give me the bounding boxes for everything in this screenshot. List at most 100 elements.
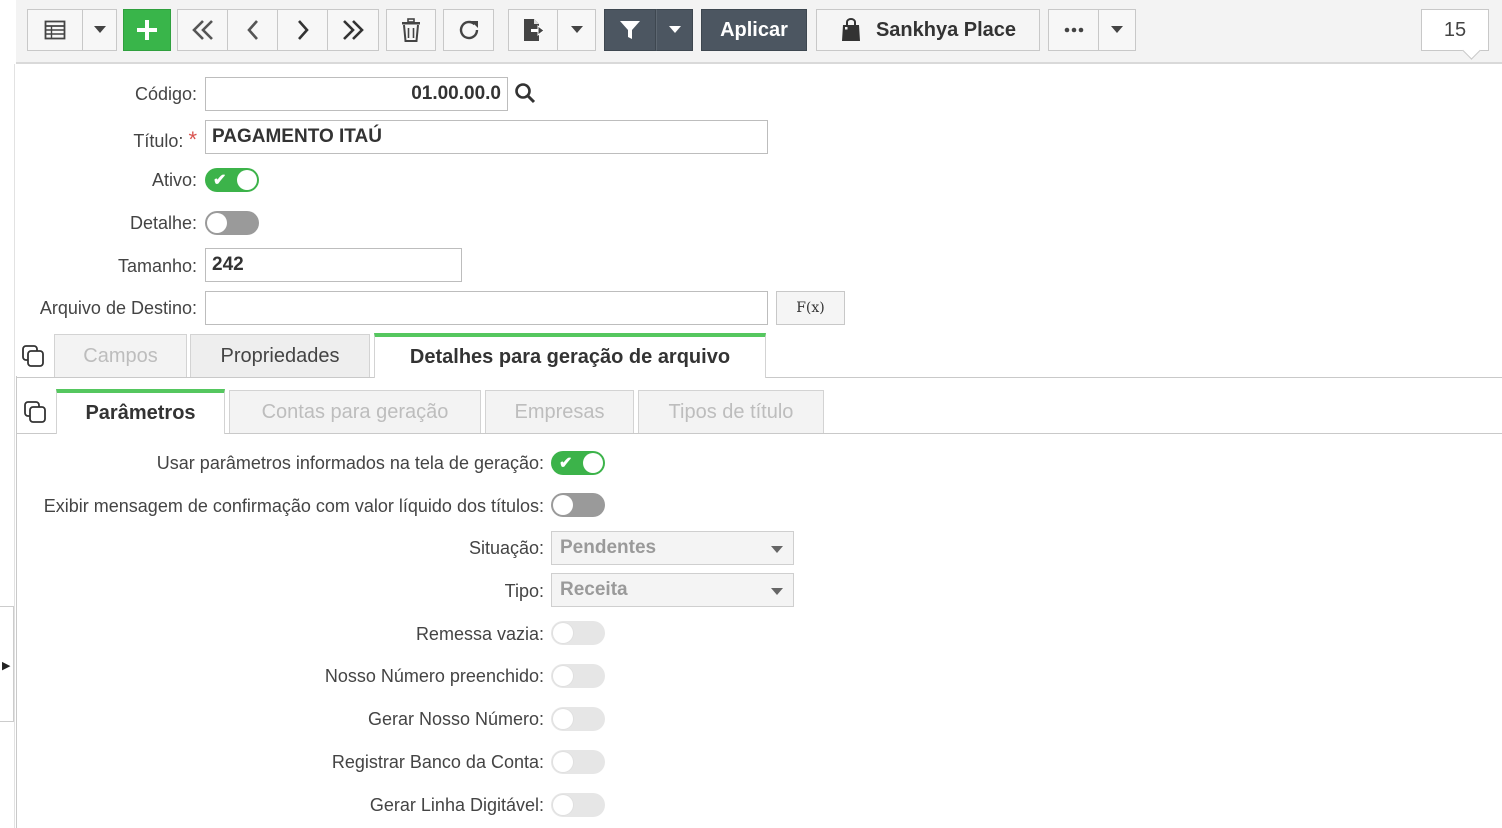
caret-down-icon (771, 546, 783, 553)
arquivo-destino-label: Arquivo de Destino: (39, 298, 197, 318)
previous-record-button[interactable] (228, 9, 278, 51)
tab-campos[interactable]: Campos (54, 334, 187, 378)
gerar-linha-digitavel-label: Gerar Linha Digitável: (369, 795, 544, 815)
add-button[interactable] (123, 9, 171, 51)
nosso-numero-preenchido-toggle[interactable] (551, 664, 605, 688)
next-record-button[interactable] (278, 9, 328, 51)
delete-button[interactable] (386, 9, 436, 51)
ativo-label: Ativo: (151, 170, 197, 190)
toggle-knob (553, 752, 573, 772)
first-record-button[interactable] (177, 9, 228, 51)
grid-icon (44, 20, 66, 40)
gerar-linha-digitavel-toggle[interactable] (551, 793, 605, 817)
ativo-toggle[interactable]: ✔ (205, 168, 259, 192)
sankhya-place-label: Sankhya Place (875, 18, 1017, 41)
toggle-knob (553, 495, 573, 515)
arquivo-destino-field[interactable] (205, 291, 768, 325)
filter-button[interactable] (604, 9, 656, 51)
subtab-contas-geracao[interactable]: Contas para geração (229, 390, 481, 434)
page-number: 15 (1443, 18, 1467, 41)
registrar-banco-toggle[interactable] (551, 750, 605, 774)
export-button[interactable] (508, 9, 558, 51)
toggle-knob (553, 623, 573, 643)
formula-button[interactable]: F(x) (776, 291, 845, 325)
caret-down-icon (570, 26, 583, 33)
caret-down-icon (771, 588, 783, 595)
remessa-vazia-toggle[interactable] (551, 621, 605, 645)
detalhe-label: Detalhe: (129, 213, 197, 233)
ellipsis-icon (1064, 27, 1083, 33)
subtab-empresas[interactable]: Empresas (485, 390, 634, 434)
exibir-mensagem-toggle[interactable] (551, 493, 605, 517)
plus-icon (137, 20, 157, 40)
situacao-label: Situação: (468, 538, 544, 558)
chevron-right-icon (297, 20, 309, 40)
toolbar: Aplicar Sankhya Place 15 (16, 0, 1502, 64)
situacao-value: Pendentes (560, 537, 657, 558)
export-dropdown[interactable] (558, 9, 596, 51)
toggle-knob (553, 666, 573, 686)
subtab-tipos-titulo[interactable]: Tipos de título (638, 390, 824, 434)
toggle-knob (237, 170, 257, 190)
caret-down-icon (1111, 26, 1123, 33)
subtab-parametros[interactable]: Parâmetros (56, 389, 225, 434)
check-icon: ✔ (213, 172, 227, 189)
grid-view-button[interactable] (27, 9, 83, 51)
tab-propriedades[interactable]: Propriedades (190, 334, 370, 378)
last-record-button[interactable] (328, 9, 379, 51)
nosso-numero-preenchido-label: Nosso Número preenchido: (324, 666, 544, 686)
exibir-mensagem-label: Exibir mensagem de confirmação com valor… (43, 496, 544, 516)
shopping-bag-icon (841, 18, 860, 41)
caret-down-icon (668, 26, 681, 33)
more-options-dropdown[interactable] (1099, 9, 1136, 51)
caret-down-icon (93, 26, 106, 33)
tipo-select[interactable]: Receita (551, 573, 794, 607)
toggle-knob (553, 795, 573, 815)
usar-parametros-label: Usar parâmetros informados na tela de ge… (156, 453, 544, 473)
double-chevron-left-icon (191, 20, 213, 40)
sankhya-place-button[interactable]: Sankhya Place (816, 9, 1040, 51)
subtab-divider (225, 433, 1502, 434)
gerar-nosso-numero-toggle[interactable] (551, 707, 605, 731)
titulo-label: Título: * (20, 127, 197, 153)
chevron-left-icon (246, 20, 258, 40)
copy-icon[interactable] (21, 344, 45, 373)
filter-dropdown[interactable] (656, 9, 693, 51)
usar-parametros-toggle[interactable]: ✔ (551, 451, 605, 475)
codigo-field[interactable]: 01.00.00.0 (205, 77, 508, 111)
situacao-select[interactable]: Pendentes (551, 531, 794, 565)
tipo-value: Receita (560, 579, 628, 600)
trash-icon (402, 18, 420, 42)
gerar-nosso-numero-label: Gerar Nosso Número: (367, 709, 544, 729)
left-border (14, 64, 15, 828)
copy-icon[interactable] (23, 400, 47, 429)
filter-icon (620, 21, 640, 39)
remessa-vazia-label: Remessa vazia: (415, 624, 544, 644)
registrar-banco-label: Registrar Banco da Conta: (331, 752, 544, 772)
page-number-badge[interactable]: 15 (1421, 9, 1489, 51)
codigo-label: Código: (134, 84, 197, 104)
toggle-knob (553, 709, 573, 729)
apply-button[interactable]: Aplicar (701, 9, 807, 51)
detalhe-toggle[interactable] (205, 211, 259, 235)
triangle-right-icon: ▶ (2, 660, 11, 672)
sidebar-expand-handle[interactable]: ▶ (0, 606, 14, 722)
tamanho-field[interactable]: 242 (205, 248, 462, 282)
grid-view-dropdown[interactable] (83, 9, 117, 51)
toggle-knob (207, 213, 227, 233)
tipo-label: Tipo: (504, 581, 544, 601)
search-icon[interactable] (514, 82, 536, 109)
double-chevron-right-icon (343, 20, 364, 40)
tab-detalhes-geracao[interactable]: Detalhes para geração de arquivo (374, 333, 766, 378)
tamanho-label: Tamanho: (117, 256, 197, 276)
required-marker: * (188, 127, 197, 152)
toggle-knob (583, 453, 603, 473)
titulo-field[interactable]: PAGAMENTO ITAÚ (205, 120, 768, 154)
subtab-divider (17, 433, 56, 434)
refresh-button[interactable] (443, 9, 494, 51)
file-export-icon (524, 19, 544, 41)
refresh-icon (459, 20, 478, 40)
more-options-button[interactable] (1048, 9, 1099, 51)
titulo-label-text: Título: (133, 131, 184, 151)
check-icon: ✔ (559, 455, 573, 472)
